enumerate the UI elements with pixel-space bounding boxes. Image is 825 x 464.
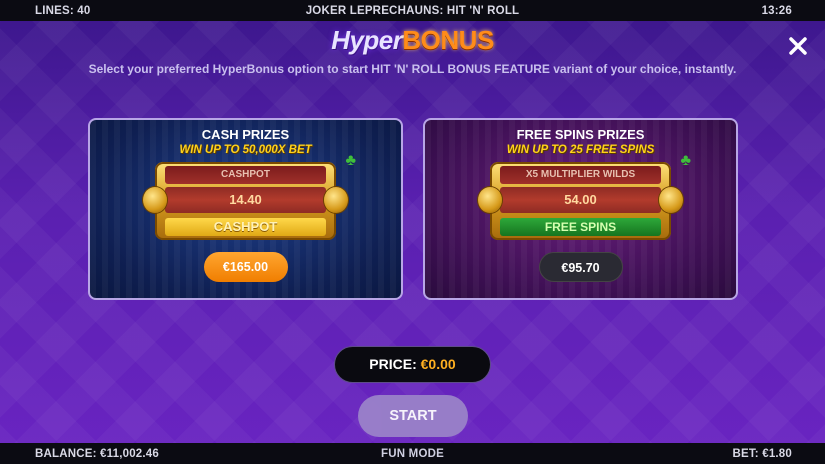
cash-prizes-option[interactable]: CASH PRIZES WIN UP TO 50,000X BET CASHPO…: [88, 118, 403, 300]
clover-icon: ♣: [680, 152, 692, 169]
reel-knob-left-icon: [143, 187, 167, 213]
free-spins-price-button[interactable]: €95.70: [538, 252, 623, 282]
close-icon: [789, 37, 807, 55]
bottom-status-bar: BALANCE: €11,002.46 FUN MODE BET: €1.80: [0, 443, 825, 464]
card-title: FREE SPINS PRIZES: [516, 127, 645, 142]
close-button[interactable]: [787, 35, 809, 57]
reel-bottom-row: FREE SPINS: [500, 218, 661, 236]
card-title: CASH PRIZES: [201, 127, 290, 142]
logo-hyper-text: Hyper: [331, 25, 403, 55]
reel-knob-right-icon: [659, 187, 683, 213]
logo-bonus-text: BONUS: [402, 25, 494, 55]
free-spins-option[interactable]: FREE SPINS PRIZES WIN UP TO 25 FREE SPIN…: [423, 118, 738, 300]
clover-icon: ♣: [345, 152, 357, 169]
bet-label: BET: €1.80: [732, 447, 792, 460]
start-button[interactable]: START: [358, 395, 468, 437]
price-label: PRICE:: [369, 356, 421, 372]
reel-value: 54.00: [500, 187, 661, 213]
top-status-bar: LINES: 40 JOKER LEPRECHAUNS: HIT 'N' ROL…: [0, 0, 825, 21]
cash-reel-preview: CASHPOT 14.40 CASHPOT ♣: [143, 152, 356, 240]
balance-label: BALANCE: €11,002.46: [35, 447, 159, 460]
game-title: JOKER LEPRECHAUNS: HIT 'N' ROLL: [305, 4, 520, 17]
reel-top-row: X5 MULTIPLIER WILDS: [500, 166, 661, 184]
reel-value: 14.40: [165, 187, 326, 213]
reel-knob-right-icon: [324, 187, 348, 213]
price-value: €0.00: [420, 356, 456, 372]
lines-label: LINES: 40: [35, 4, 91, 17]
instructions-text: Select your preferred HyperBonus option …: [88, 62, 737, 76]
hyperbonus-logo: HyperBONUS: [0, 25, 825, 56]
reel-knob-left-icon: [478, 187, 502, 213]
cash-price-button[interactable]: €165.00: [203, 252, 288, 282]
reel-bottom-row: CASHPOT: [165, 218, 326, 236]
clock: 13:26: [761, 4, 792, 17]
price-display: PRICE: €0.00: [334, 346, 491, 383]
reel-top-row: CASHPOT: [165, 166, 326, 184]
free-spins-reel-preview: X5 MULTIPLIER WILDS 54.00 FREE SPINS ♣: [478, 152, 691, 240]
